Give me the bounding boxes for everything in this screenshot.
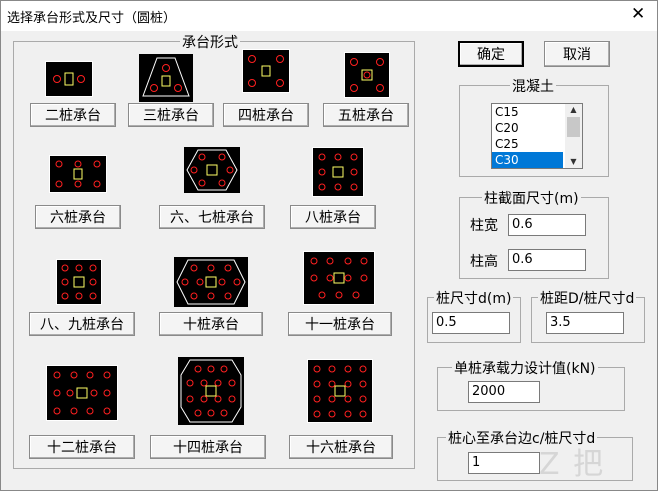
cap-11-diagram (303, 251, 375, 305)
column-section-legend: 柱截面尺寸(m) (482, 188, 581, 208)
concrete-legend: 混凝土 (510, 76, 556, 96)
cap-4-diagram (242, 49, 290, 93)
pile-capacity-legend: 单桩承载力设计值(kN) (452, 358, 598, 378)
concrete-item[interactable]: C15 (492, 104, 563, 120)
scroll-up-icon[interactable]: ▲ (565, 104, 582, 116)
dialog-window: 选择承台形式及尺寸（圆桩） ✕ 承台形式 二桩承台 三桩承台 四桩承台 五桩承台… (0, 0, 658, 491)
pile-edge-input[interactable]: 1 (468, 452, 540, 474)
column-width-label: 柱宽 (470, 218, 498, 234)
cap-6-7-button[interactable]: 六、七桩承台 (159, 205, 265, 229)
concrete-item[interactable]: C20 (492, 120, 563, 136)
cap-type-legend: 承台形式 (180, 32, 240, 52)
cap-2-diagram (45, 61, 93, 97)
cap-8-button[interactable]: 八桩承台 (290, 205, 376, 229)
column-width-input[interactable]: 0.6 (508, 214, 586, 236)
cap-2-button[interactable]: 二桩承台 (30, 103, 116, 127)
cap-3-diagram (139, 54, 193, 102)
pile-size-input[interactable]: 0.5 (432, 312, 510, 334)
cap-4-button[interactable]: 四桩承台 (223, 103, 309, 127)
scroll-thumb[interactable] (567, 117, 580, 137)
pile-spacing-legend: 桩距D/桩尺寸d (538, 288, 637, 308)
cap-14-diagram (178, 357, 244, 425)
cap-10-diagram (174, 257, 248, 307)
pile-spacing-input[interactable]: 3.5 (546, 312, 624, 334)
cap-5-button[interactable]: 五桩承台 (323, 103, 409, 127)
concrete-list[interactable]: C15 C20 C25 C30 ▲ ▼ (491, 103, 583, 169)
close-icon[interactable]: ✕ (631, 4, 645, 24)
concrete-scrollbar[interactable]: ▲ ▼ (565, 104, 582, 168)
watermark-logo: Z 把 (539, 447, 606, 482)
cap-6-diagram (49, 155, 107, 193)
window-title: 选择承台形式及尺寸（圆桩） (7, 11, 177, 26)
cap-8-diagram (312, 147, 364, 197)
pile-size-legend: 桩尺寸d(m) (434, 288, 514, 308)
cap-11-button[interactable]: 十一桩承台 (288, 312, 392, 336)
ok-button[interactable]: 确定 (458, 41, 524, 67)
concrete-item[interactable]: C25 (492, 136, 563, 152)
column-height-input[interactable]: 0.6 (508, 249, 586, 271)
cap-6-7-diagram (184, 147, 240, 193)
pile-capacity-input[interactable]: 2000 (468, 381, 540, 403)
cap-12-button[interactable]: 十二桩承台 (29, 435, 135, 459)
title-bar: 选择承台形式及尺寸（圆桩） ✕ (1, 1, 657, 31)
cap-16-button[interactable]: 十六桩承台 (289, 435, 393, 459)
concrete-item-selected[interactable]: C30 (492, 152, 563, 168)
cap-5-diagram (344, 52, 390, 98)
cap-3-button[interactable]: 三桩承台 (128, 103, 214, 127)
cap-16-diagram (307, 359, 373, 423)
cap-14-button[interactable]: 十四桩承台 (150, 435, 266, 459)
cap-10-button[interactable]: 十桩承台 (159, 312, 263, 336)
column-height-label: 柱高 (470, 254, 498, 270)
cap-8-9-diagram (56, 259, 102, 305)
cancel-button[interactable]: 取消 (544, 41, 610, 67)
cap-12-diagram (46, 365, 118, 421)
scroll-down-icon[interactable]: ▼ (565, 156, 582, 168)
cap-8-9-button[interactable]: 八、九桩承台 (29, 312, 135, 336)
cap-6-button[interactable]: 六桩承台 (35, 205, 121, 229)
